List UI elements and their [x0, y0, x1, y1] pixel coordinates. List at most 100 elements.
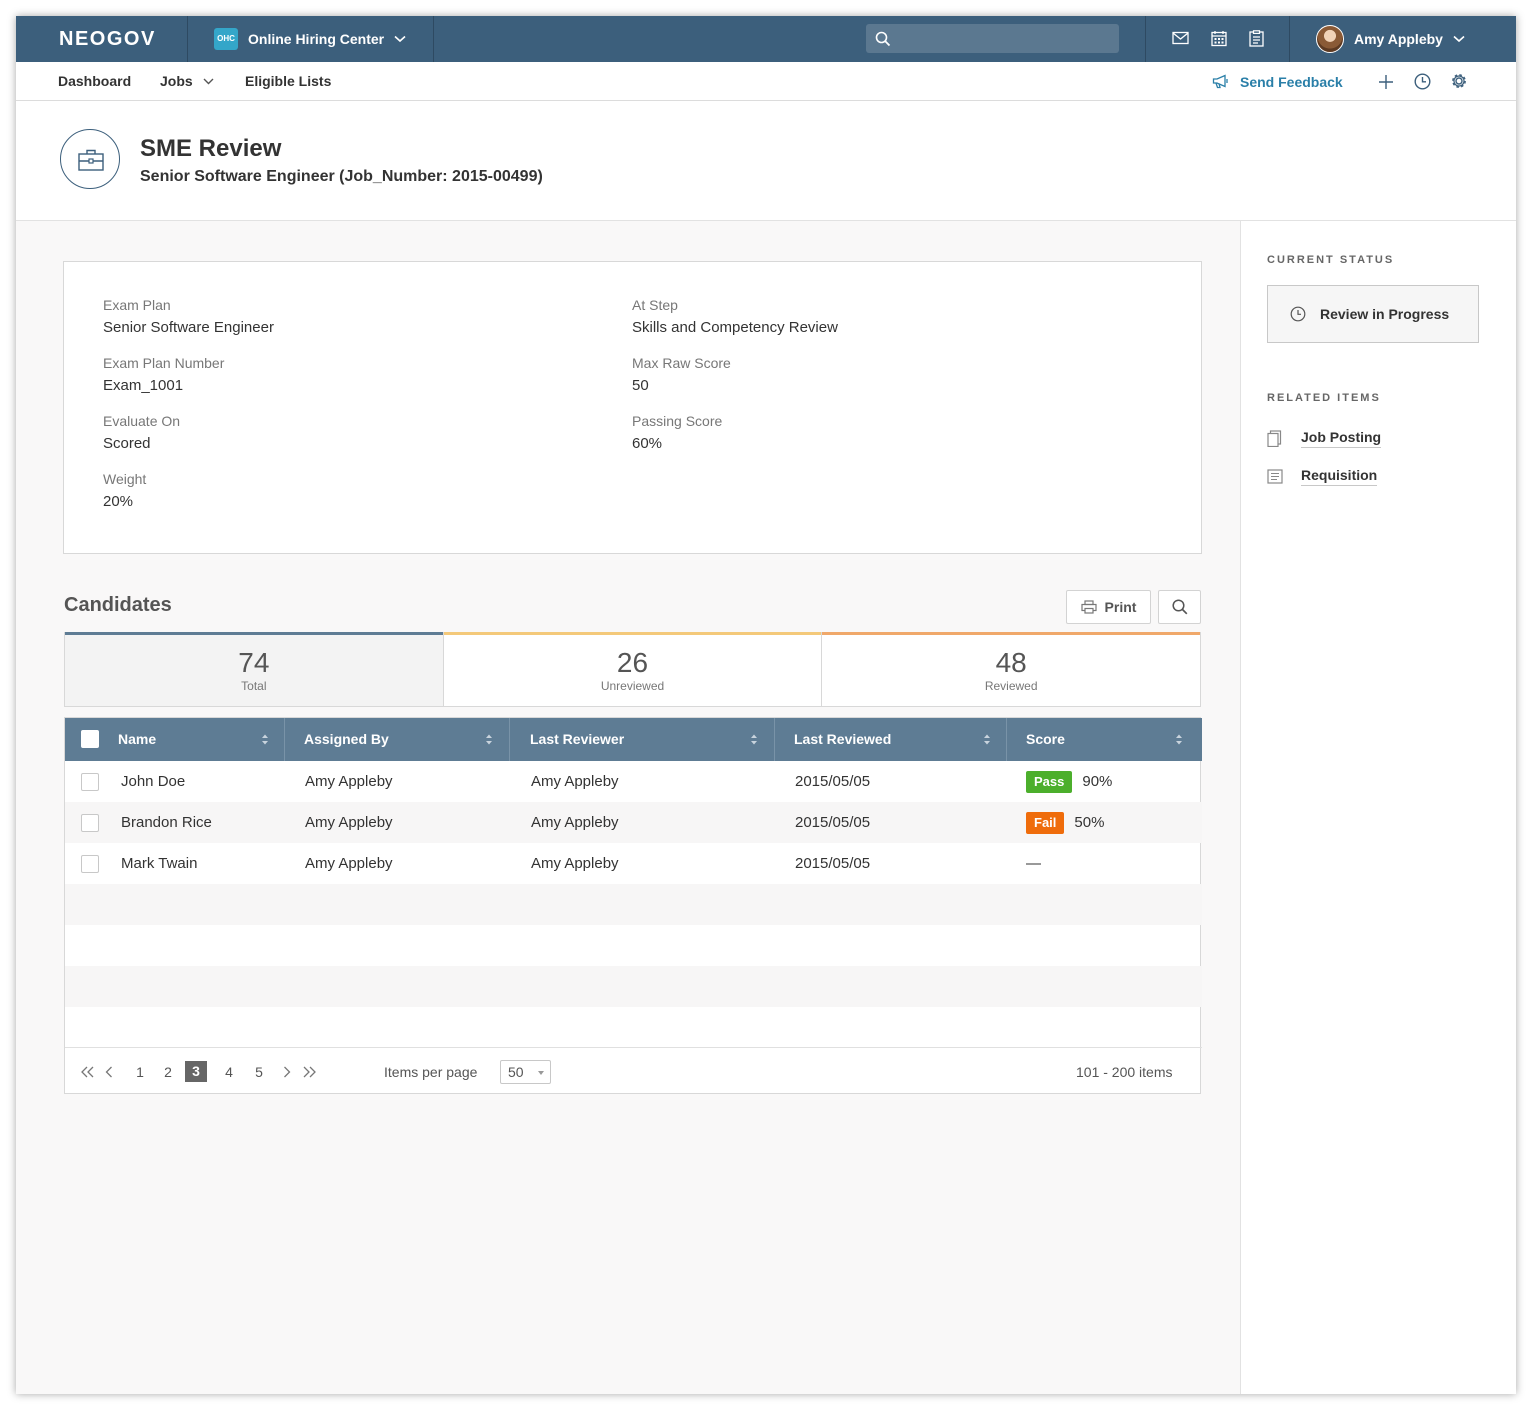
cell-assigned-by: Amy Appleby: [305, 814, 393, 831]
empty-row: [65, 966, 1202, 1007]
column-header-name[interactable]: Name: [65, 718, 285, 761]
page-1[interactable]: 1: [134, 1062, 146, 1082]
stat-total[interactable]: 74 Total: [65, 632, 444, 706]
score-value: 50%: [1074, 814, 1105, 831]
megaphone-icon: [1212, 74, 1228, 89]
global-search[interactable]: [866, 24, 1119, 53]
cell-name[interactable]: Brandon Rice: [121, 802, 212, 843]
column-header-assigned-by[interactable]: Assigned By: [285, 718, 510, 761]
prev-page-icon[interactable]: [105, 1066, 113, 1078]
divider: [1289, 16, 1290, 62]
field-value: Skills and Competency Review: [632, 319, 838, 336]
calendar-icon[interactable]: [1211, 30, 1227, 47]
column-label: Score: [1026, 731, 1065, 747]
field-label: Passing Score: [632, 413, 723, 429]
score-value: —: [1026, 855, 1041, 872]
column-header-last-reviewed[interactable]: Last Reviewed: [775, 718, 1007, 761]
first-page-icon[interactable]: [80, 1066, 95, 1078]
mail-icon[interactable]: [1172, 31, 1189, 45]
stat-unreviewed[interactable]: 26 Unreviewed: [443, 632, 823, 706]
top-bar: NEOGOV OHC Online Hiring Center Amy Appl…: [16, 16, 1516, 62]
divider: [1145, 16, 1146, 62]
column-label: Name: [118, 731, 157, 747]
search-icon: [875, 31, 891, 47]
sub-nav: Dashboard Jobs Eligible Lists Send Feedb…: [16, 62, 1516, 101]
cell-score: —: [1026, 843, 1041, 884]
grid-header: Name Assigned By Last Reviewer Last Revi…: [65, 718, 1202, 761]
field-value: Senior Software Engineer: [103, 319, 274, 336]
empty-row: [65, 1007, 1202, 1047]
cell-assigned-by: Amy Appleby: [305, 855, 393, 872]
select-all-checkbox[interactable]: [81, 730, 99, 748]
chevron-down-icon: [203, 78, 214, 85]
column-header-last-reviewer[interactable]: Last Reviewer: [510, 718, 775, 761]
table-row[interactable]: Mark Twain Amy Appleby Amy Appleby 2015/…: [65, 843, 1202, 884]
field-label: Exam Plan Number: [103, 355, 225, 371]
nav-label: Jobs: [160, 73, 193, 89]
candidates-grid: Name Assigned By Last Reviewer Last Revi…: [64, 717, 1202, 1094]
chevron-down-icon: [394, 35, 406, 43]
stat-value: 48: [995, 647, 1027, 678]
page-title: SME Review: [140, 135, 282, 162]
related-label: Job Posting: [1301, 429, 1382, 448]
print-button[interactable]: Print: [1066, 590, 1151, 624]
user-menu[interactable]: Amy Appleby: [1316, 25, 1465, 53]
product-name: Online Hiring Center: [248, 31, 385, 47]
product-switcher[interactable]: OHC Online Hiring Center: [214, 28, 406, 50]
cell-last-reviewed: 2015/05/05: [795, 773, 871, 790]
search-input[interactable]: [898, 28, 1108, 49]
sort-icon: [486, 734, 492, 745]
field-exam-plan: Exam Plan Senior Software Engineer: [103, 297, 274, 336]
page-5[interactable]: 5: [253, 1062, 265, 1082]
print-label: Print: [1104, 599, 1137, 615]
items-range: 101 - 200 items: [1076, 1064, 1173, 1080]
page-3-current[interactable]: 3: [185, 1061, 207, 1082]
row-checkbox[interactable]: [81, 855, 99, 873]
cell-name[interactable]: John Doe: [121, 761, 185, 802]
field-evaluate-on: Evaluate On Scored: [103, 413, 180, 452]
related-label: Requisition: [1301, 467, 1378, 486]
neogov-logo[interactable]: NEOGOV: [59, 16, 156, 62]
table-row[interactable]: John Doe Amy Appleby Amy Appleby 2015/05…: [65, 761, 1202, 802]
stat-reviewed[interactable]: 48 Reviewed: [822, 632, 1201, 706]
related-requisition[interactable]: Requisition: [1267, 467, 1378, 486]
page-4[interactable]: 4: [223, 1062, 235, 1082]
nav-jobs[interactable]: Jobs: [160, 62, 214, 101]
avatar: [1316, 25, 1344, 53]
row-checkbox[interactable]: [81, 814, 99, 832]
candidates-title: Candidates: [64, 594, 172, 616]
chevron-down-icon: [1453, 35, 1465, 43]
column-label: Last Reviewed: [794, 731, 892, 747]
stat-color-bar: [822, 632, 1201, 635]
field-label: Weight: [103, 471, 147, 487]
user-name: Amy Appleby: [1354, 31, 1443, 47]
related-job-posting[interactable]: Job Posting: [1267, 429, 1382, 448]
table-row[interactable]: Brandon Rice Amy Appleby Amy Appleby 201…: [65, 802, 1202, 843]
clock-icon[interactable]: [1414, 73, 1431, 90]
stat-label: Total: [241, 679, 267, 693]
send-feedback-label: Send Feedback: [1240, 73, 1343, 90]
next-page-icon[interactable]: [283, 1066, 291, 1078]
score-value: 90%: [1082, 773, 1113, 790]
send-feedback-link[interactable]: Send Feedback: [1212, 62, 1343, 101]
field-value: Scored: [103, 435, 151, 452]
cell-name[interactable]: Mark Twain: [121, 843, 197, 884]
cell-last-reviewed: 2015/05/05: [795, 814, 871, 831]
cell-score: Pass 90%: [1026, 761, 1112, 802]
status-box: Review in Progress: [1267, 285, 1479, 343]
last-page-icon[interactable]: [302, 1066, 317, 1078]
nav-dashboard[interactable]: Dashboard: [58, 62, 131, 101]
right-sidebar: CURRENT STATUS Review in Progress RELATE…: [1240, 221, 1516, 1394]
search-candidates-button[interactable]: [1158, 590, 1201, 624]
page-2[interactable]: 2: [162, 1062, 174, 1082]
clipboard-icon[interactable]: [1249, 30, 1264, 47]
items-per-page-label: Items per page: [384, 1064, 478, 1080]
cell-last-reviewer: Amy Appleby: [531, 773, 619, 790]
plus-icon[interactable]: [1378, 74, 1394, 90]
column-header-score[interactable]: Score: [1007, 718, 1202, 761]
field-label: At Step: [632, 297, 678, 313]
row-checkbox[interactable]: [81, 773, 99, 791]
gear-icon[interactable]: [1450, 72, 1468, 90]
items-per-page-select[interactable]: 50: [500, 1060, 551, 1084]
nav-eligible-lists[interactable]: Eligible Lists: [245, 62, 331, 101]
